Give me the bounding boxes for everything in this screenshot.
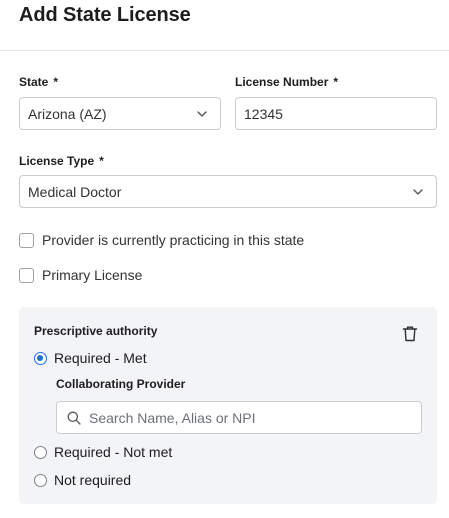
radio-required-not-met-row[interactable]: Required - Not met — [34, 444, 172, 460]
search-icon — [67, 411, 81, 425]
collaborating-provider-search-input[interactable] — [89, 409, 389, 426]
state-required-mark: * — [53, 75, 59, 89]
practicing-checkbox[interactable] — [19, 232, 34, 248]
state-select-value: Arizona (AZ) — [28, 105, 107, 122]
license-number-required-mark: * — [333, 75, 339, 89]
trash-icon[interactable] — [402, 325, 418, 342]
license-type-label: License Type * — [19, 154, 104, 168]
state-select[interactable]: Arizona (AZ) — [19, 97, 221, 130]
radio-required-met[interactable] — [34, 351, 47, 365]
license-number-value: 12345 — [244, 105, 283, 122]
add-state-license-dialog: Add State License State * Arizona (AZ) Li… — [0, 0, 449, 518]
radio-not-required[interactable] — [34, 473, 47, 487]
state-label: State * — [19, 75, 58, 89]
license-number-label-text: License Number — [235, 75, 329, 89]
license-number-label: License Number * — [235, 75, 338, 89]
radio-required-not-met[interactable] — [34, 445, 47, 459]
practicing-checkbox-label: Provider is currently practicing in this… — [42, 232, 305, 248]
chevron-down-icon — [413, 189, 423, 195]
state-label-text: State — [19, 75, 49, 89]
practicing-checkbox-row[interactable]: Provider is currently practicing in this… — [19, 232, 304, 248]
primary-license-checkbox-row[interactable]: Primary License — [19, 267, 142, 283]
radio-not-required-label: Not required — [54, 472, 132, 488]
license-type-select[interactable]: Medical Doctor — [19, 175, 437, 208]
dialog-title: Add State License — [19, 4, 191, 26]
collaborating-provider-search[interactable] — [56, 401, 422, 434]
license-type-required-mark: * — [99, 154, 104, 168]
collaborating-provider-label: Collaborating Provider — [56, 377, 186, 391]
radio-required-met-label: Required - Met — [54, 350, 147, 366]
prescriptive-authority-panel: Prescriptive authority Required - Met Co… — [19, 307, 437, 504]
radio-required-met-row[interactable]: Required - Met — [34, 350, 147, 366]
license-type-select-value: Medical Doctor — [28, 183, 122, 200]
chevron-down-icon — [197, 111, 207, 117]
license-type-label-text: License Type — [19, 154, 95, 168]
radio-not-required-row[interactable]: Not required — [34, 472, 131, 488]
primary-license-checkbox-label: Primary License — [42, 267, 143, 283]
primary-license-checkbox[interactable] — [19, 267, 34, 283]
radio-required-not-met-label: Required - Not met — [54, 444, 173, 460]
header-divider — [0, 50, 449, 51]
license-number-input[interactable]: 12345 — [235, 97, 437, 130]
prescriptive-authority-title: Prescriptive authority — [34, 324, 158, 338]
